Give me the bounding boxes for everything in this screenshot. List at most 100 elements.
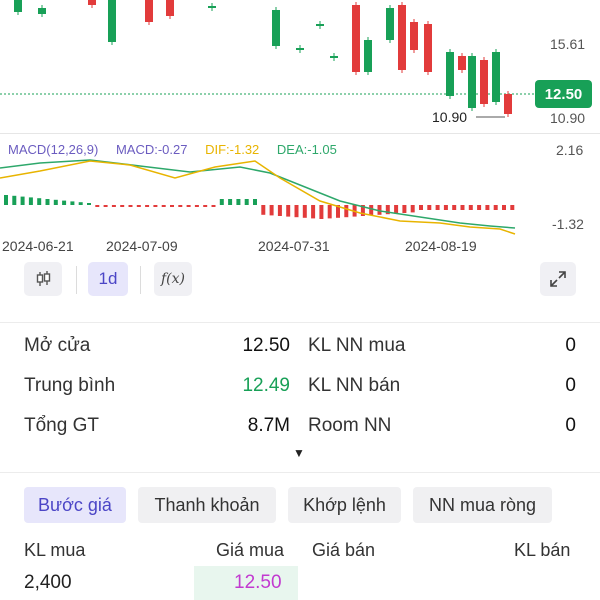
chart-type-button[interactable] (24, 262, 62, 296)
price-candle (480, 60, 488, 104)
date-label-1: 2024-06-21 (2, 238, 74, 254)
fullscreen-button[interactable] (540, 262, 576, 296)
price-candle (108, 0, 116, 42)
expand-stats-arrow-icon[interactable]: ▼ (293, 446, 305, 460)
stat-row: Tổng GT 8.7M Room NN 0 (0, 405, 600, 445)
buy-price-cell: 12.50 (234, 572, 282, 593)
macd-histogram-bar (170, 205, 174, 207)
tab-matched-orders[interactable]: Khớp lệnh (288, 487, 401, 523)
macd-histogram-bar (311, 205, 316, 219)
price-candle (352, 5, 360, 72)
stat-row: Mở cửa 12.50 KL NN mua 0 (0, 325, 600, 365)
price-candle (468, 56, 476, 108)
macd-histogram-bar (53, 199, 58, 205)
macd-histogram-bar (468, 205, 473, 210)
current-price-badge: 12.50 (535, 80, 592, 108)
macd-histogram-bar (178, 205, 183, 207)
stat-label: Trung bình (24, 375, 116, 396)
stat-label: Room NN (308, 415, 392, 436)
dea-line (0, 159, 516, 229)
macd-histogram-bar (244, 199, 249, 205)
tab-price-step[interactable]: Bước giá (24, 487, 126, 523)
macd-histogram-bar (344, 205, 349, 218)
buy-qty-cell: 2,400 (24, 572, 72, 593)
macd-histogram-bar (261, 205, 266, 215)
macd-histogram-bar (253, 199, 257, 205)
macd-histogram-bar (70, 201, 75, 205)
macd-histogram-bar (369, 205, 374, 216)
macd-histogram-bar (419, 205, 423, 210)
price-candle (296, 48, 304, 50)
tab-liquidity[interactable]: Thanh khoản (138, 487, 276, 523)
buy-price-header: Giá mua (216, 540, 285, 560)
macd-histogram-bar (45, 199, 50, 205)
macd-histogram-bar (493, 205, 498, 210)
price-candle (14, 0, 22, 12)
price-candle (446, 52, 454, 96)
stat-value: 0 (565, 335, 576, 356)
stat-value: 0 (565, 375, 576, 396)
macd-histogram-bar (510, 205, 515, 210)
macd-histogram-bar (402, 205, 407, 213)
macd-histogram-bar (153, 205, 158, 207)
macd-histogram-bar (186, 205, 191, 207)
macd-histogram-bar (37, 198, 42, 205)
price-candle (208, 6, 216, 8)
macd-histogram-bar (136, 205, 141, 207)
price-axis-bottom: 10.90 (550, 110, 586, 126)
macd-histogram-bar (277, 205, 282, 216)
macd-histogram-bar (12, 195, 17, 205)
macd-histogram-bar (62, 200, 67, 205)
stat-label: KL NN bán (308, 375, 401, 396)
stat-value: 8.7M (247, 415, 290, 436)
detail-tabs: Bước giá Thanh khoản Khớp lệnh NN mua rò… (0, 472, 600, 523)
stat-value: 12.50 (242, 335, 290, 356)
stock-stats-panel: Mở cửa 12.50 KL NN mua 0 Trung bình 12.4… (0, 322, 600, 436)
price-axis-top: 15.61 (550, 36, 586, 52)
price-candlestick-chart[interactable] (0, 0, 600, 133)
macd-histogram-bar (219, 199, 224, 205)
expand-icon (550, 271, 566, 287)
chart-toolbar: 1d f(x) (0, 262, 600, 298)
sell-price-header: Giá bán (312, 540, 376, 560)
macd-histogram-bar (452, 205, 457, 210)
candlestick-icon (36, 271, 51, 286)
macd-histogram-bar (485, 205, 490, 210)
macd-histogram-bar (327, 205, 332, 219)
macd-histogram-bar (286, 205, 291, 217)
price-candle (88, 0, 96, 5)
date-label-2: 2024-07-09 (106, 238, 178, 254)
macd-histogram-bar (302, 205, 307, 218)
price-candle (386, 8, 394, 40)
price-candle (145, 0, 153, 22)
macd-histogram-bar (394, 205, 399, 214)
low-price-label: 10.90 (432, 109, 468, 125)
fx-icon: f(x) (160, 271, 185, 287)
macd-histogram-bar (477, 205, 482, 210)
macd-histogram-bar (103, 205, 108, 207)
macd-histogram-bar (427, 205, 432, 210)
price-candle (424, 24, 432, 72)
stat-label: Mở cửa (24, 335, 91, 356)
macd-histogram-bar (211, 205, 216, 207)
macd-histogram-bar (294, 205, 299, 218)
stat-label: Tổng GT (24, 415, 99, 436)
price-candle (504, 94, 512, 114)
indicator-fx-button[interactable]: f(x) (154, 262, 192, 296)
stat-value: 12.49 (242, 375, 290, 396)
price-candle (398, 5, 406, 70)
sell-qty-header: KL bán (514, 540, 571, 560)
macd-histogram-bar (435, 205, 440, 210)
macd-histogram-bar (111, 205, 116, 207)
toolbar-separator (140, 266, 141, 294)
dif-line (0, 160, 516, 235)
price-candle (492, 52, 500, 102)
price-candle (316, 24, 324, 26)
macd-histogram-bar (443, 205, 448, 210)
macd-histogram-bar (228, 199, 233, 205)
tab-foreign-net-buy[interactable]: NN mua ròng (413, 487, 552, 523)
interval-button[interactable]: 1d (88, 262, 128, 296)
macd-histogram-bar (78, 202, 83, 205)
macd-histogram-bar (95, 205, 100, 207)
macd-histogram-bar (20, 196, 25, 205)
